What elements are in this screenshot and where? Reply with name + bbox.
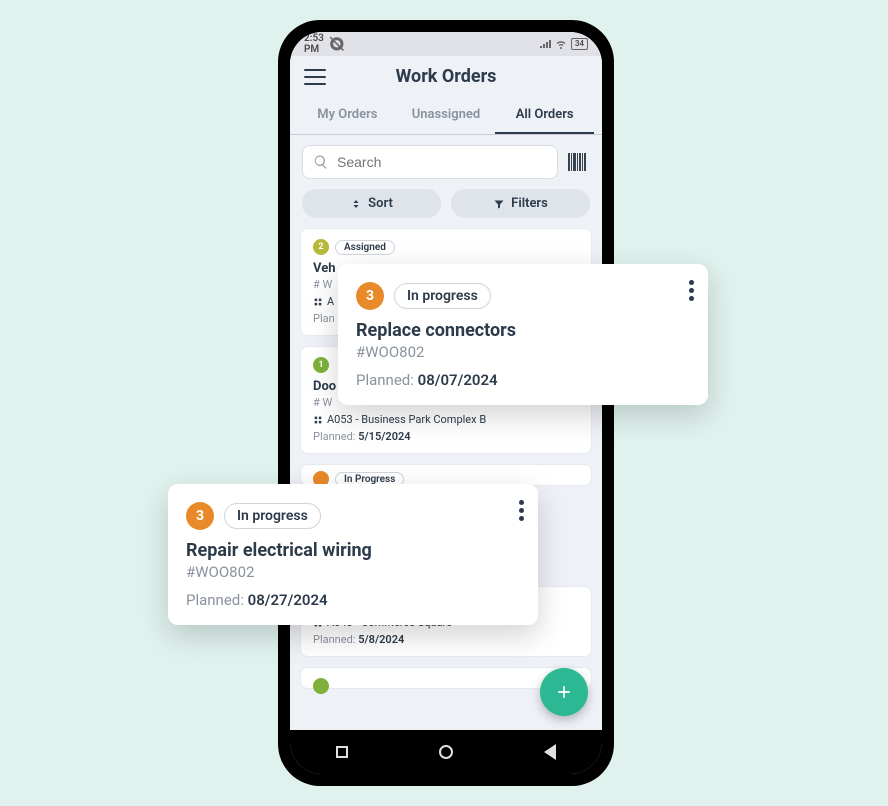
priority-badge — [313, 678, 329, 694]
card-planned: Planned: 5/15/2024 — [313, 430, 579, 443]
card-planned: Planned: 5/8/2024 — [313, 633, 579, 646]
sort-label: Sort — [368, 196, 393, 211]
sort-button[interactable]: Sort — [302, 189, 441, 218]
filter-icon — [493, 198, 505, 210]
app-header: Work Orders — [290, 56, 602, 97]
card-planned: Planned: 08/07/2024 — [356, 371, 690, 389]
battery-indicator: 34 — [571, 38, 588, 50]
alarm-off-icon — [328, 35, 346, 53]
search-icon — [313, 154, 329, 170]
sort-filter-row: Sort Filters — [290, 189, 602, 228]
status-time: 2:53 PM — [304, 33, 324, 55]
filters-button[interactable]: Filters — [451, 189, 590, 218]
filters-label: Filters — [511, 196, 548, 211]
tabs: My Orders Unassigned All Orders — [290, 97, 602, 135]
card-location: A053 - Business Park Complex B — [313, 413, 579, 426]
more-menu-icon[interactable] — [689, 280, 694, 301]
priority-badge: 3 — [186, 502, 214, 530]
tab-unassigned[interactable]: Unassigned — [397, 97, 496, 134]
plus-icon — [554, 682, 574, 702]
asset-icon — [313, 415, 323, 425]
tab-my-orders[interactable]: My Orders — [298, 97, 397, 134]
status-chip: In progress — [224, 503, 321, 529]
status-chip: In progress — [394, 283, 491, 309]
wifi-icon — [555, 38, 567, 50]
menu-icon[interactable] — [304, 69, 326, 85]
card-wo-number: #WOO802 — [186, 563, 520, 581]
page-title: Work Orders — [326, 66, 566, 87]
nav-recents-icon[interactable] — [336, 746, 348, 758]
asset-icon — [313, 297, 323, 307]
search-input[interactable] — [337, 154, 547, 170]
priority-badge: 3 — [356, 282, 384, 310]
status-chip: Assigned — [335, 240, 395, 255]
work-order-card[interactable]: In Progress — [300, 464, 592, 486]
work-order-popout-card[interactable]: 3 In progress Repair electrical wiring #… — [168, 484, 538, 625]
search-row — [290, 135, 602, 189]
add-work-order-fab[interactable] — [540, 668, 588, 716]
android-nav-bar — [290, 730, 602, 774]
barcode-scan-icon[interactable] — [568, 153, 590, 171]
work-order-popout-card[interactable]: 3 In progress Replace connectors #WOO802… — [338, 264, 708, 405]
tab-all-orders[interactable]: All Orders — [495, 97, 594, 134]
status-bar: 2:53 PM 34 — [290, 32, 602, 56]
card-title: Repair electrical wiring — [186, 540, 520, 561]
sort-icon — [350, 198, 362, 210]
card-title: Replace connectors — [356, 320, 690, 341]
signal-icon — [539, 38, 551, 50]
search-box[interactable] — [302, 145, 558, 179]
nav-back-icon[interactable] — [544, 744, 556, 760]
more-menu-icon[interactable] — [519, 500, 524, 521]
priority-badge: 2 — [313, 239, 329, 255]
priority-badge: 1 — [313, 357, 329, 373]
nav-home-icon[interactable] — [439, 745, 453, 759]
card-wo-number: #WOO802 — [356, 343, 690, 361]
card-planned: Planned: 08/27/2024 — [186, 591, 520, 609]
